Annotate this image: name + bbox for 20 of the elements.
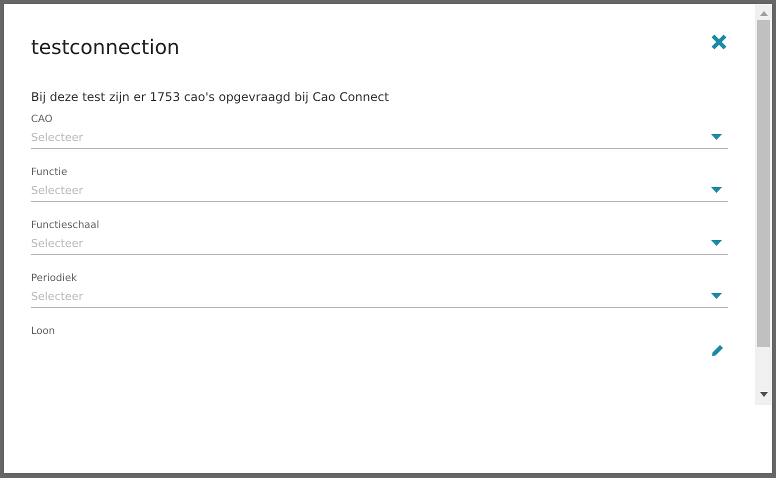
field-label: CAO (31, 113, 54, 126)
select-field[interactable]: Selecteer (31, 232, 728, 255)
dropdown-caret-icon (711, 240, 722, 246)
dropdown-caret-icon (711, 187, 722, 193)
dialog-title: testconnection (31, 35, 180, 59)
dropdown-caret-icon (711, 293, 722, 299)
pencil-icon[interactable] (711, 344, 724, 356)
select-field[interactable]: Selecteer (31, 179, 728, 202)
select-field[interactable]: Selecteer (31, 126, 728, 149)
intro-text: Bij deze test zijn er 1753 cao's opgevraagd bij Cao Connect (31, 90, 390, 104)
close-button[interactable] (710, 33, 728, 51)
field-label: Loon (31, 325, 56, 338)
field-label: Periodiek (31, 272, 78, 285)
scroll-down-icon[interactable] (760, 392, 768, 397)
scroll-up-icon[interactable] (760, 11, 768, 16)
scrollbar[interactable] (755, 4, 772, 405)
select-field[interactable]: Selecteer (31, 285, 728, 308)
dropdown-caret-icon (711, 134, 722, 140)
field-label: Functie (31, 166, 68, 179)
field-label: Functieschaal (31, 219, 100, 232)
